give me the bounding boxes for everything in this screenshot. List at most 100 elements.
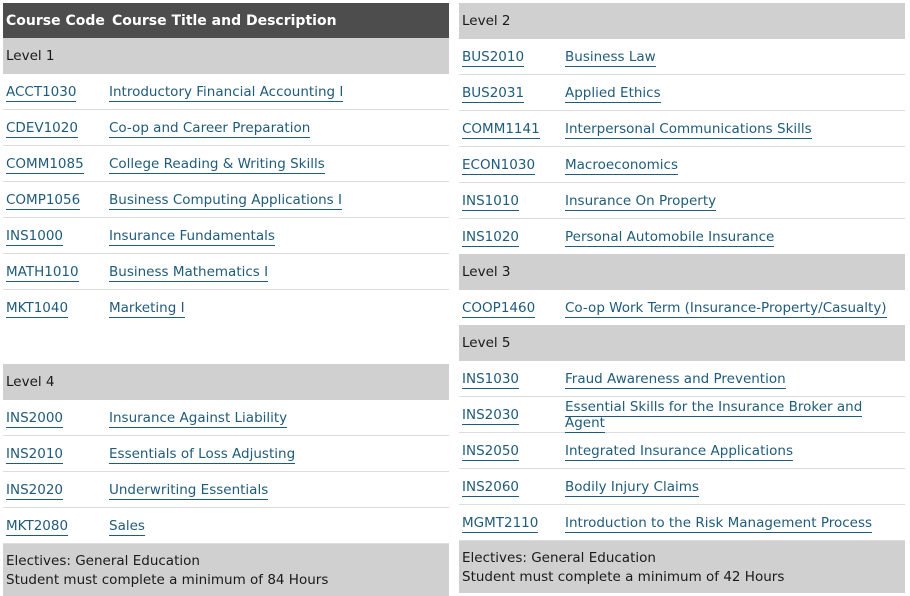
- course-code-link[interactable]: MATH1010: [6, 263, 79, 282]
- course-code-cell: COMM1085: [3, 155, 109, 174]
- course-title-cell: Insurance On Property: [565, 192, 905, 211]
- hours-requirement: Student must complete a minimum of 42 Ho…: [462, 569, 785, 585]
- course-code-cell: INS2000: [3, 409, 109, 428]
- course-code-link[interactable]: INS2010: [6, 445, 64, 464]
- course-code-cell: INS2030: [459, 406, 565, 425]
- course-code-link[interactable]: BUS2031: [462, 84, 525, 103]
- course-title-cell: Introductory Financial Accounting I: [109, 83, 449, 102]
- course-row: BUS2010 Business Law: [459, 39, 905, 75]
- course-title-link[interactable]: Business Mathematics I: [109, 263, 269, 282]
- course-title-cell: Macroeconomics: [565, 156, 905, 175]
- course-code-cell: BUS2031: [459, 84, 565, 103]
- level-2-heading: Level 2: [459, 3, 905, 39]
- level-3-rows: COOP1460 Co-op Work Term (Insurance-Prope…: [459, 290, 905, 325]
- course-row: MATH1010 Business Mathematics I: [3, 254, 449, 290]
- course-code-cell: MKT2080: [3, 517, 109, 536]
- course-title-link[interactable]: College Reading & Writing Skills: [109, 155, 325, 174]
- course-title-cell: Insurance Fundamentals: [109, 227, 449, 246]
- course-title-cell: Co-op and Career Preparation: [109, 119, 449, 138]
- course-code-header: Course Code: [6, 12, 105, 29]
- course-title-link[interactable]: Fraud Awareness and Prevention: [565, 370, 786, 389]
- course-row: INS2010 Essentials of Loss Adjusting: [3, 436, 449, 472]
- course-code-link[interactable]: COMM1141: [462, 120, 540, 139]
- course-row: COMM1085 College Reading & Writing Skills: [3, 146, 449, 182]
- course-code-cell: ECON1030: [459, 156, 565, 175]
- course-title-link[interactable]: Sales: [109, 517, 145, 536]
- course-code-link[interactable]: INS2020: [6, 481, 64, 500]
- course-code-link[interactable]: MKT2080: [6, 517, 69, 536]
- course-title-link[interactable]: Insurance On Property: [565, 192, 717, 211]
- course-title-link[interactable]: Co-op and Career Preparation: [109, 119, 311, 138]
- course-code-cell: COMP1056: [3, 191, 109, 210]
- course-code-link[interactable]: COMM1085: [6, 155, 84, 174]
- course-row: INS2060 Bodily Injury Claims: [459, 469, 905, 505]
- course-code-cell: INS2060: [459, 478, 565, 497]
- course-title-cell: College Reading & Writing Skills: [109, 155, 449, 174]
- course-title-link[interactable]: Personal Automobile Insurance: [565, 228, 775, 247]
- course-row: INS2050 Integrated Insurance Applications: [459, 433, 905, 469]
- course-code-cell: BUS2010: [459, 48, 565, 67]
- course-row: INS2020 Underwriting Essentials: [3, 472, 449, 508]
- course-title-link[interactable]: Applied Ethics: [565, 84, 661, 103]
- course-title-link[interactable]: Essentials of Loss Adjusting: [109, 445, 296, 464]
- course-title-cell: Fraud Awareness and Prevention: [565, 370, 905, 389]
- course-code-cell: INS1020: [459, 228, 565, 247]
- course-title-link[interactable]: Insurance Fundamentals: [109, 227, 275, 246]
- level-5-heading: Level 5: [459, 325, 905, 361]
- course-title-cell: Essentials of Loss Adjusting: [109, 445, 449, 464]
- course-code-link[interactable]: INS1010: [462, 192, 520, 211]
- course-code-cell: INS1030: [459, 370, 565, 389]
- course-title-link[interactable]: Underwriting Essentials: [109, 481, 269, 500]
- course-code-link[interactable]: INS1030: [462, 370, 520, 389]
- left-course-table: Course Code Course Title and Description…: [3, 3, 449, 596]
- course-row: MKT2080 Sales: [3, 508, 449, 544]
- course-code-link[interactable]: INS2030: [462, 406, 520, 425]
- course-row: ACCT1030 Introductory Financial Accountin…: [3, 74, 449, 110]
- course-row: INS1030 Fraud Awareness and Prevention: [459, 361, 905, 397]
- course-title-cell: Marketing I: [109, 299, 449, 318]
- electives-footer: Electives: General Education Student mus…: [459, 541, 905, 593]
- course-row: COMM1141 Interpersonal Communications Ski…: [459, 111, 905, 147]
- course-code-link[interactable]: INS2060: [462, 478, 520, 497]
- course-title-link[interactable]: Introduction to the Risk Management Proc…: [565, 514, 873, 533]
- course-code-link[interactable]: BUS2010: [462, 48, 525, 67]
- course-code-cell: INS2050: [459, 442, 565, 461]
- course-row: ECON1030 Macroeconomics: [459, 147, 905, 183]
- course-code-link[interactable]: COMP1056: [6, 191, 81, 210]
- course-title-link[interactable]: Marketing I: [109, 299, 185, 318]
- course-title-link[interactable]: Essential Skills for the Insurance Broke…: [565, 398, 863, 433]
- course-code-cell: INS2010: [3, 445, 109, 464]
- course-title-link[interactable]: Introductory Financial Accounting I: [109, 83, 344, 102]
- course-row: INS1020 Personal Automobile Insurance: [459, 219, 905, 254]
- course-code-link[interactable]: INS2000: [6, 409, 64, 428]
- course-title-link[interactable]: Macroeconomics: [565, 156, 679, 175]
- course-code-cell: MKT1040: [3, 299, 109, 318]
- course-title-link[interactable]: Co-op Work Term (Insurance-Property/Casu…: [565, 299, 887, 318]
- course-row: INS2000 Insurance Against Liability: [3, 400, 449, 436]
- course-code-link[interactable]: MGMT2110: [462, 514, 539, 533]
- course-code-link[interactable]: MKT1040: [6, 299, 69, 318]
- course-title-link[interactable]: Insurance Against Liability: [109, 409, 288, 428]
- course-code-link[interactable]: ECON1030: [462, 156, 536, 175]
- course-row: COOP1460 Co-op Work Term (Insurance-Prope…: [459, 290, 905, 325]
- course-code-link[interactable]: ACCT1030: [6, 83, 77, 102]
- course-title-cell: Integrated Insurance Applications: [565, 442, 905, 461]
- level-1-rows: ACCT1030 Introductory Financial Accountin…: [3, 74, 449, 325]
- course-title-cell: Interpersonal Communications Skills: [565, 120, 905, 139]
- course-title-link[interactable]: Business Computing Applications I: [109, 191, 342, 210]
- electives-text: Electives: General Education: [6, 553, 200, 569]
- course-title-link[interactable]: Business Law: [565, 48, 656, 67]
- course-title-link[interactable]: Bodily Injury Claims: [565, 478, 699, 497]
- course-title-link[interactable]: Interpersonal Communications Skills: [565, 120, 812, 139]
- course-code-link[interactable]: CDEV1020: [6, 119, 78, 138]
- course-code-cell: MATH1010: [3, 263, 109, 282]
- course-title-cell: Bodily Injury Claims: [565, 478, 905, 497]
- course-code-link[interactable]: COOP1460: [462, 299, 536, 318]
- course-code-link[interactable]: INS1020: [462, 228, 520, 247]
- course-code-link[interactable]: INS2050: [462, 442, 520, 461]
- hours-requirement: Student must complete a minimum of 84 Ho…: [6, 572, 329, 588]
- course-code-link[interactable]: INS1000: [6, 227, 64, 246]
- course-title-cell: Business Law: [565, 48, 905, 67]
- course-title-cell: Introduction to the Risk Management Proc…: [565, 514, 905, 533]
- course-title-link[interactable]: Integrated Insurance Applications: [565, 442, 793, 461]
